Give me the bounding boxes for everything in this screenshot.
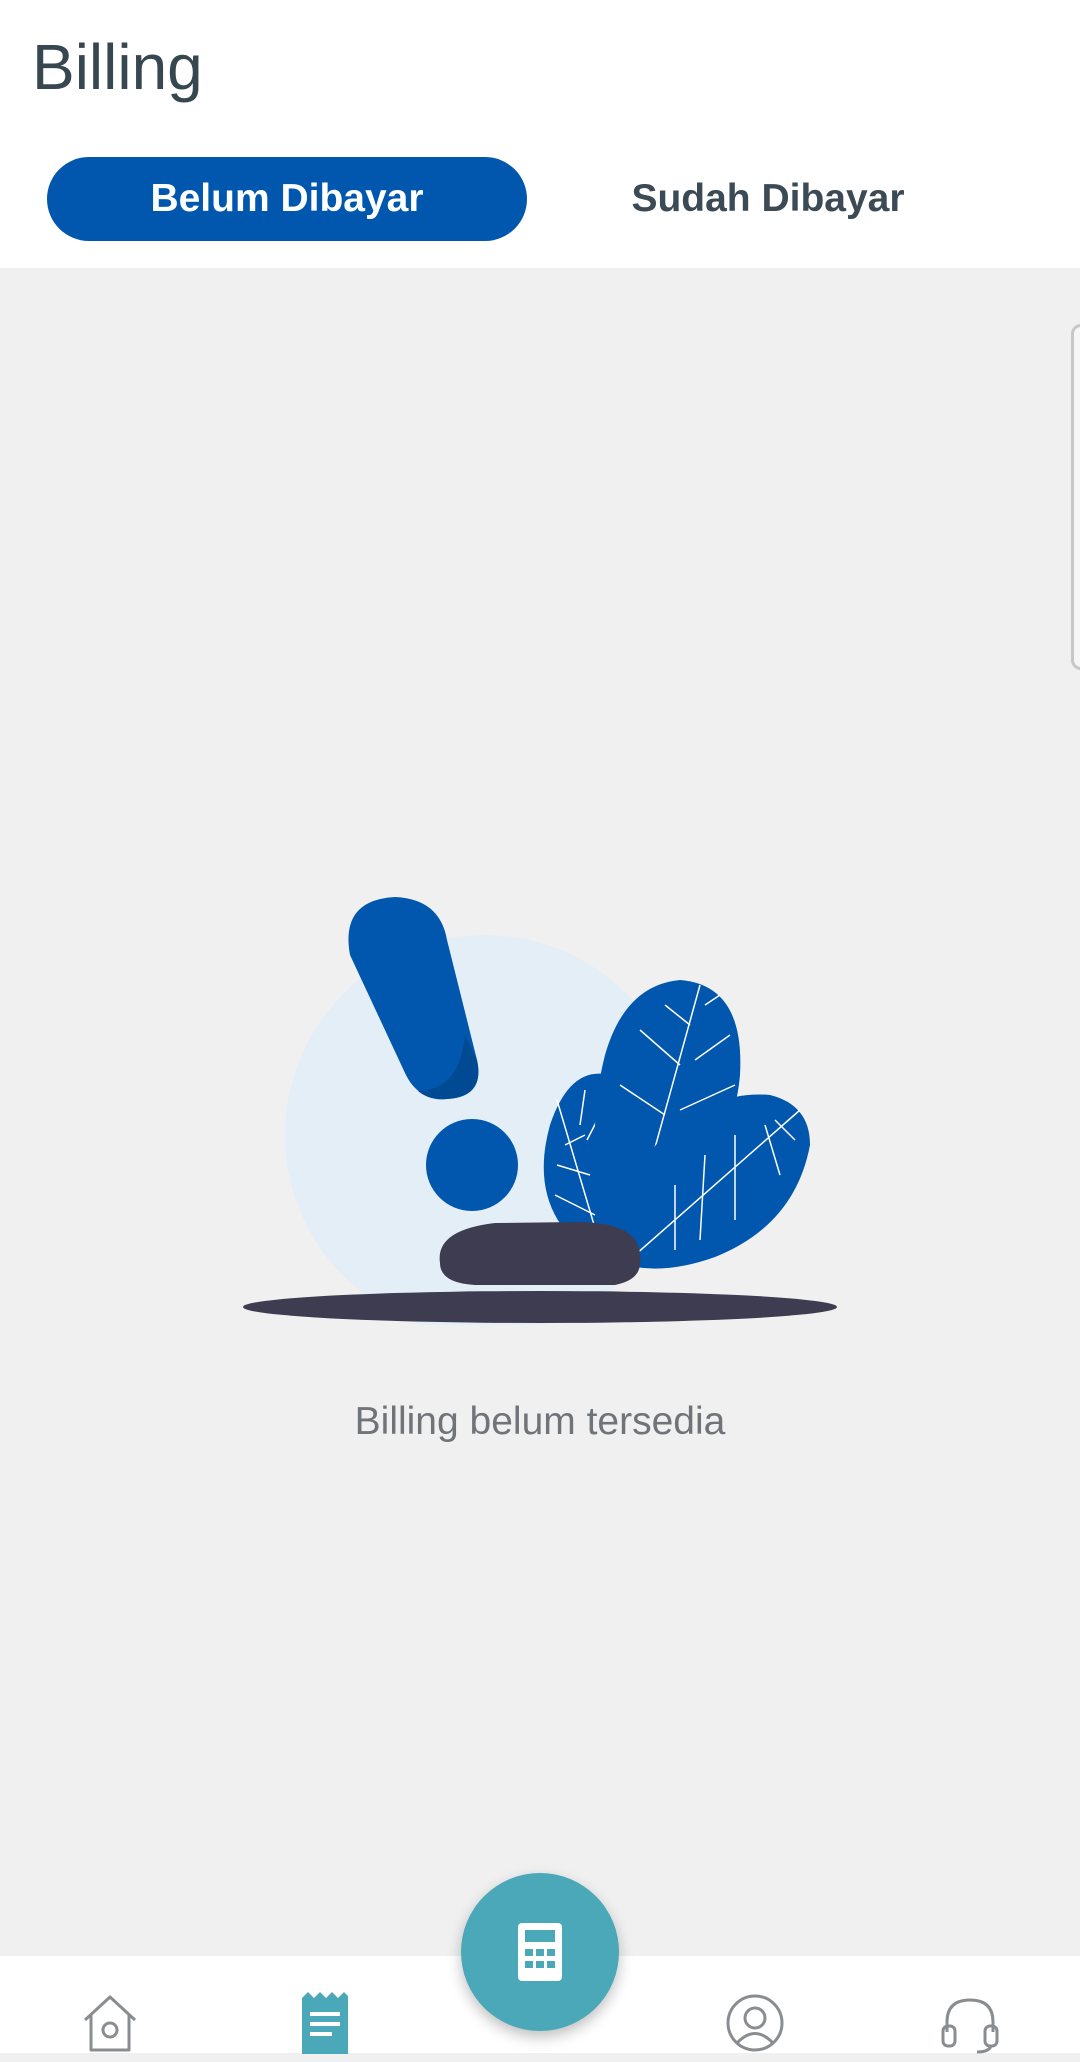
tab-belum-dibayar[interactable]: Belum Dibayar — [47, 157, 527, 241]
app-header: Billing Belum Dibayar Sudah Dibayar — [0, 0, 1080, 268]
calculator-fab[interactable] — [461, 1873, 619, 2031]
empty-state-illustration — [243, 897, 837, 1325]
page-title: Billing — [32, 31, 203, 103]
nav-support[interactable] — [935, 1992, 1005, 2062]
rock — [439, 1222, 641, 1285]
empty-state-message: Billing belum tersedia — [354, 1400, 726, 1443]
calculator-icon — [518, 1923, 562, 1981]
exclamation-dot — [426, 1119, 518, 1211]
tab-sudah-dibayar[interactable]: Sudah Dibayar — [528, 157, 1008, 241]
receipt-icon — [302, 1992, 348, 2054]
nav-billing[interactable] — [290, 1992, 360, 2062]
nav-home[interactable] — [75, 1992, 145, 2062]
home-icon — [83, 1995, 137, 2052]
edge-scroll-handle[interactable] — [1071, 324, 1080, 670]
nav-profile[interactable] — [720, 1992, 790, 2062]
user-icon — [726, 1994, 784, 2052]
headset-icon — [941, 1998, 999, 2054]
ground-shadow — [243, 1291, 837, 1323]
